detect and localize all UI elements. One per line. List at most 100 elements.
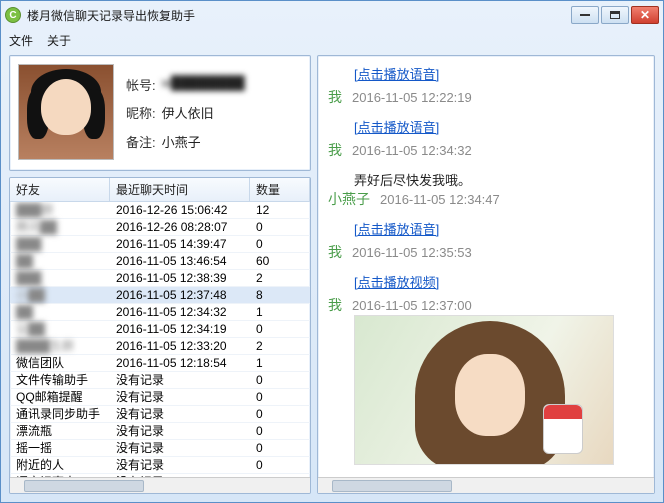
cell-count: 0 [250,457,310,473]
table-row[interactable]: ███2016-11-05 12:38:392 [10,270,310,287]
cell-time: 没有记录 [110,406,250,422]
remark-value: 小燕子 [162,132,201,151]
table-row[interactable]: ████生群2016-11-05 12:33:202 [10,338,310,355]
cell-friend: ███群 [10,202,110,218]
chat-horizontal-scrollbar[interactable] [318,477,654,493]
cell-time: 2016-12-26 15:06:42 [110,202,250,218]
table-row[interactable]: 漂流瓶没有记录0 [10,423,310,440]
cell-friend: ███ [10,270,110,286]
cell-time: 2016-11-05 12:38:39 [110,270,250,286]
table-row[interactable]: 摇一摇没有记录0 [10,440,310,457]
message-sender: 我 [328,140,342,160]
cell-count: 0 [250,219,310,235]
video-thumbnail[interactable] [354,315,614,465]
horizontal-scrollbar[interactable] [10,477,310,493]
table-row[interactable]: 文件传输助手没有记录0 [10,372,310,389]
col-time[interactable]: 最近聊天时间 [110,178,250,201]
message-sender: 我 [328,87,342,107]
cell-time: 2016-11-05 13:46:54 [110,253,250,269]
col-friend[interactable]: 好友 [10,178,110,201]
cell-friend: 通讯录同步助手 [10,406,110,422]
account-value: w████████ [162,75,245,94]
cell-friend: ██ [10,253,110,269]
maximize-button[interactable] [601,6,629,24]
cell-time: 没有记录 [110,372,250,388]
table-row[interactable]: ███群2016-12-26 15:06:4212 [10,202,310,219]
play-voice-link[interactable]: [点击播放语音] [354,64,439,83]
window-title: 楼月微信聊天记录导出恢复助手 [27,7,571,24]
cell-friend: QQ邮箱提醒 [10,389,110,405]
cell-friend: 议██ [10,321,110,337]
cell-time: 2016-11-05 12:34:32 [110,304,250,320]
cell-time: 2016-11-05 14:39:47 [110,236,250,252]
cell-count: 2 [250,270,310,286]
chat-message: 弄好后尽快发我哦。小燕子 2016-11-05 12:34:47 [328,170,640,209]
message-sender: 我 [328,242,342,262]
cell-friend: 腾讯██ [10,219,110,235]
cell-count: 12 [250,202,310,218]
table-row[interactable]: 附近的人没有记录0 [10,457,310,474]
menubar: 文件 关于 [1,29,663,51]
chat-message: [点击播放语音] 我 2016-11-05 12:34:32 [328,117,640,160]
minimize-button[interactable] [571,6,599,24]
table-row[interactable]: 小██2016-11-05 12:37:488 [10,287,310,304]
chat-message: [点击播放视频] 我 2016-11-05 12:37:00 [328,272,640,465]
cell-count: 0 [250,372,310,388]
cell-count: 0 [250,321,310,337]
cell-friend: 小██ [10,287,110,303]
table-row[interactable]: 通讯录同步助手没有记录0 [10,406,310,423]
play-voice-link[interactable]: [点击播放语音] [354,117,439,136]
play-voice-link[interactable]: [点击播放语音] [354,219,439,238]
chat-message: [点击播放语音]我2016-11-05 12:22:19 [328,64,640,107]
table-body[interactable]: ███群2016-12-26 15:06:4212腾讯██2016-12-26 … [10,202,310,477]
cell-friend: 附近的人 [10,457,110,473]
friends-table: 好友 最近聊天时间 数量 ███群2016-12-26 15:06:4212腾讯… [9,177,311,494]
cell-time: 2016-11-05 12:33:20 [110,338,250,354]
cell-count: 0 [250,440,310,456]
menu-about[interactable]: 关于 [47,32,71,49]
cell-count: 2 [250,338,310,354]
cell-friend: 摇一摇 [10,440,110,456]
chat-body[interactable]: [点击播放语音]我2016-11-05 12:22:19[点击播放语音]我201… [318,56,654,477]
message-sender: 我 [328,295,342,315]
cell-friend: 漂流瓶 [10,423,110,439]
account-label: 帐号: [126,75,156,94]
cell-time: 2016-11-05 12:37:48 [110,287,250,303]
table-row[interactable]: 微信团队2016-11-05 12:18:541 [10,355,310,372]
close-button[interactable]: ✕ [631,6,659,24]
cell-time: 2016-12-26 08:28:07 [110,219,250,235]
cell-friend: 微信团队 [10,355,110,371]
table-row[interactable]: ██2016-11-05 12:34:321 [10,304,310,321]
message-text: 弄好后尽快发我哦。 [354,170,640,189]
table-row[interactable]: QQ邮箱提醒没有记录0 [10,389,310,406]
cell-count: 0 [250,389,310,405]
cell-time: 2016-11-05 12:18:54 [110,355,250,371]
chat-panel: [点击播放语音]我2016-11-05 12:22:19[点击播放语音]我201… [317,55,655,494]
chat-message: [点击播放语音]我2016-11-05 12:35:53 [328,219,640,262]
table-row[interactable]: 腾讯██2016-12-26 08:28:070 [10,219,310,236]
cell-friend: 文件传输助手 [10,372,110,388]
titlebar[interactable]: C 楼月微信聊天记录导出恢复助手 ✕ [1,1,663,29]
message-sender: 小燕子 [328,189,370,209]
cell-count: 0 [250,423,310,439]
cell-time: 没有记录 [110,389,250,405]
col-count[interactable]: 数量 [250,178,310,201]
avatar [18,64,114,160]
cell-time: 没有记录 [110,423,250,439]
app-icon: C [5,7,21,23]
menu-file[interactable]: 文件 [9,32,33,49]
cell-time: 2016-11-05 12:34:19 [110,321,250,337]
nick-label: 昵称: [126,103,156,122]
table-row[interactable]: ███2016-11-05 14:39:470 [10,236,310,253]
cell-friend: ███ [10,236,110,252]
cell-count: 0 [250,236,310,252]
play-video-link[interactable]: [点击播放视频] [354,272,439,291]
message-timestamp: 2016-11-05 12:37:00 [352,298,472,313]
message-timestamp: 2016-11-05 12:34:47 [380,192,500,207]
nick-value: 伊人依旧 [162,103,214,122]
table-row[interactable]: ██2016-11-05 13:46:5460 [10,253,310,270]
profile-panel: 帐号: w████████ 昵称: 伊人依旧 备注: 小燕子 [9,55,311,171]
remark-label: 备注: [126,132,156,151]
table-row[interactable]: 议██2016-11-05 12:34:190 [10,321,310,338]
message-timestamp: 2016-11-05 12:34:32 [352,143,472,158]
